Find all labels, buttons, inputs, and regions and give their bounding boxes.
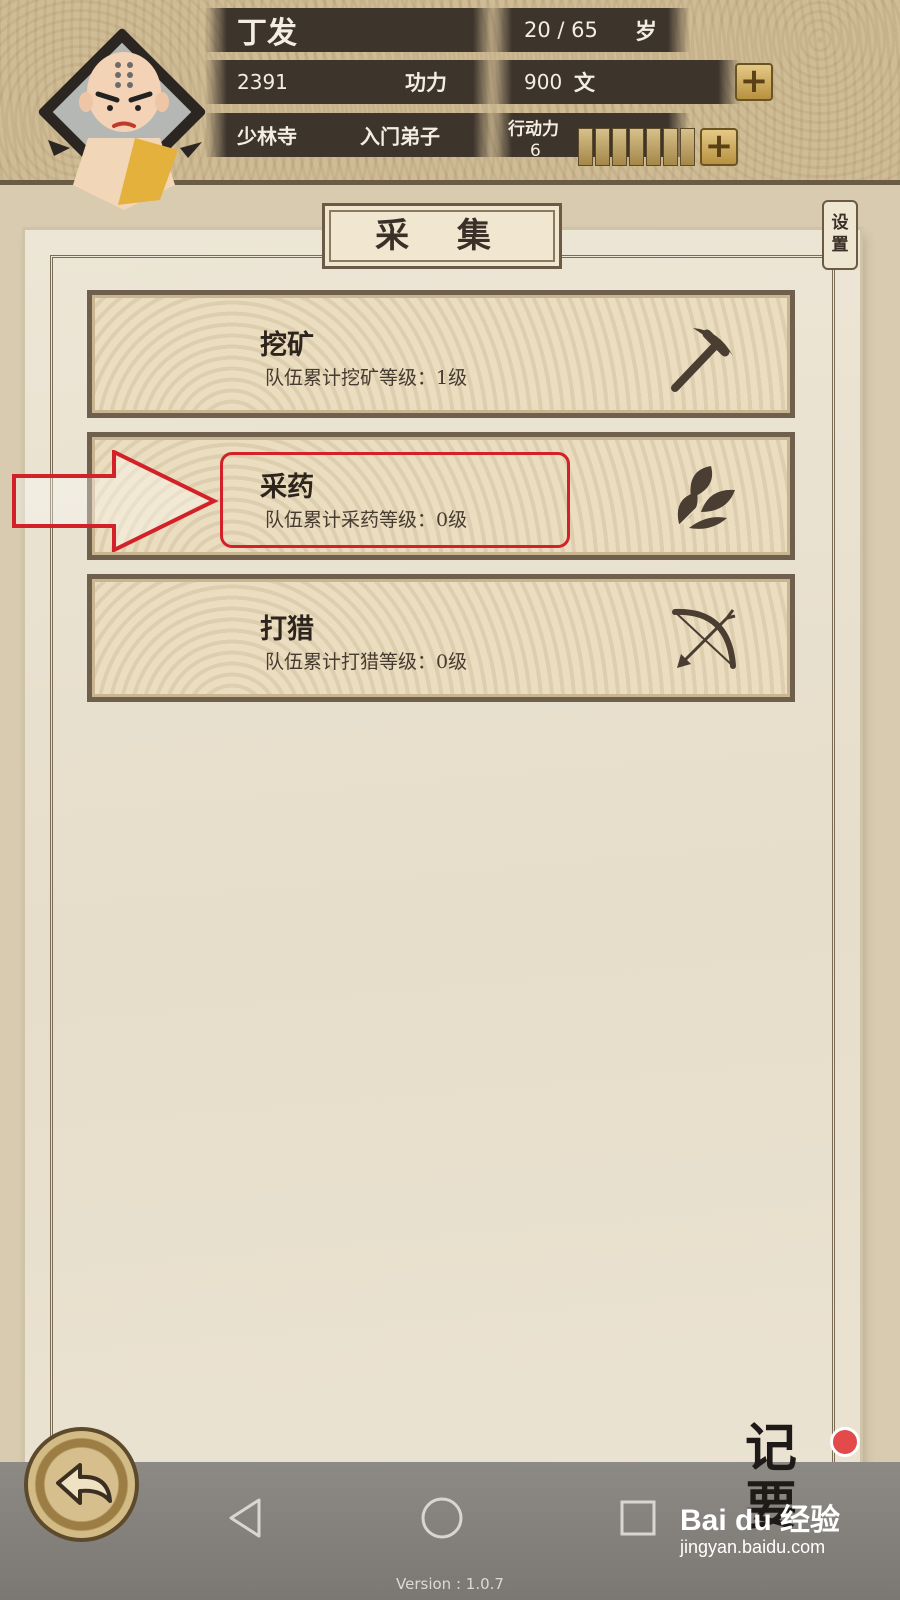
activity-title: 挖矿	[260, 330, 314, 361]
activity-card-hunting[interactable]: 打猎 队伍累计打猎等级：0级	[87, 574, 795, 702]
settings-button[interactable]: 设 置	[822, 200, 858, 270]
return-arrow-icon	[56, 1463, 112, 1505]
age-bar: 20 / 65 岁	[490, 8, 690, 52]
action-point-cell	[629, 128, 644, 166]
sect-bar: 少林寺 入门弟子	[205, 113, 495, 157]
activity-level: 队伍累计打猎等级：0级	[265, 651, 468, 673]
version-label: Version : 1.0.7	[396, 1575, 504, 1593]
money-value: 900	[524, 70, 563, 94]
power-label: 功力	[405, 70, 447, 95]
name-bar: 丁发	[205, 8, 495, 52]
action-point-cell	[578, 128, 593, 166]
panel-title: 采 集	[322, 203, 562, 269]
nav-home-circle-icon[interactable]	[418, 1494, 466, 1542]
herb-leaves-icon	[677, 466, 735, 529]
age-unit: 岁	[635, 19, 658, 45]
sect-name: 少林寺	[237, 124, 297, 149]
bow-arrow-icon	[672, 608, 736, 669]
action-point-cell	[595, 128, 610, 166]
action-point-cell	[612, 128, 627, 166]
power-value: 2391	[237, 70, 288, 94]
action-label: 行动力	[508, 119, 559, 140]
nav-recents-square-icon[interactable]	[618, 1498, 658, 1538]
watermark-url: jingyan.baidu.com	[680, 1537, 826, 1557]
character-avatar[interactable]	[37, 27, 210, 210]
watermark-brand: Bai du 经验	[680, 1504, 841, 1537]
pickaxe-icon	[671, 328, 733, 392]
action-value: 6	[530, 141, 541, 161]
add-money-button[interactable]: +	[735, 63, 773, 101]
action-point-cell	[680, 128, 695, 166]
pointer-arrow-icon	[12, 450, 219, 552]
highlight-box	[220, 452, 570, 548]
money-unit: 文	[574, 70, 595, 95]
baidu-watermark: Bai du 经验 jingyan.baidu.com	[670, 1495, 900, 1565]
notification-dot	[830, 1427, 860, 1457]
activity-level: 队伍累计挖矿等级：1级	[265, 367, 468, 389]
money-bar: 900 文	[490, 60, 740, 104]
power-bar: 2391 功力	[205, 60, 495, 104]
activity-title: 打猎	[260, 614, 314, 645]
monk-portrait-icon	[48, 52, 202, 210]
activity-card-mining[interactable]: 挖矿 队伍累计挖矿等级：1级	[87, 290, 795, 418]
action-point-cell	[646, 128, 661, 166]
character-name: 丁发	[237, 16, 297, 51]
sect-rank: 入门弟子	[360, 124, 440, 149]
age-value: 20 / 65	[524, 18, 598, 42]
nav-back-triangle-icon[interactable]	[225, 1496, 265, 1540]
game-back-button[interactable]	[24, 1427, 139, 1542]
action-point-cell	[663, 128, 678, 166]
add-action-button[interactable]: +	[700, 128, 738, 166]
